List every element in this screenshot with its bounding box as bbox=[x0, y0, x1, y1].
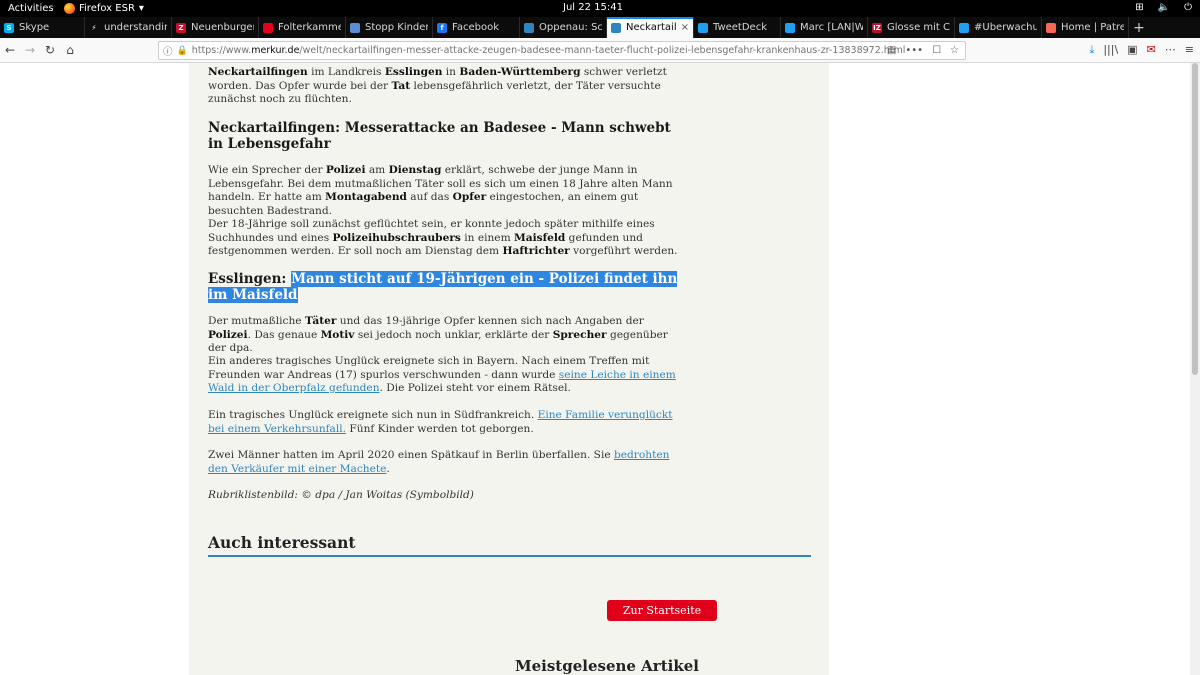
clock[interactable]: Jul 22 15:41 bbox=[563, 2, 623, 13]
page-viewport: Neckartailfingen im Landkreis Esslingen … bbox=[0, 63, 1200, 675]
tab-favicon-icon: S bbox=[4, 22, 14, 33]
tab-title: Folterkammer bbox=[278, 22, 341, 33]
article-paragraph: Ein anderes tragisches Unglück ereignete… bbox=[208, 355, 676, 395]
url-prefix: https://www. bbox=[191, 45, 252, 56]
related-heading: Auch interessant bbox=[208, 533, 356, 552]
power-icon: ⏻ bbox=[1184, 2, 1192, 13]
extension-icon[interactable]: ✉ bbox=[1147, 43, 1156, 57]
article-paragraph: Neckartailfingen im Landkreis Esslingen … bbox=[208, 66, 667, 106]
browser-tab[interactable]: Neckartailf × bbox=[607, 17, 694, 38]
pocket-icon[interactable]: ☐ bbox=[932, 45, 941, 56]
article-paragraph: Wie ein Sprecher der Polizei am Dienstag… bbox=[208, 164, 673, 217]
home-icon: ⌂ bbox=[66, 43, 74, 57]
tab-favicon-icon bbox=[785, 22, 795, 33]
tab-title: Stopp Kinderp bbox=[365, 22, 428, 33]
tab-title: Skype bbox=[19, 22, 50, 33]
info-icon: ⓘ bbox=[163, 46, 173, 58]
url-domain: merkur.de bbox=[251, 45, 300, 56]
article-paragraph: Zwei Männer hatten im April 2020 einen S… bbox=[208, 449, 670, 475]
firefox-icon bbox=[64, 3, 75, 14]
url-text: https://www.merkur.de/welt/neckartailfin… bbox=[192, 45, 906, 56]
tab-favicon-icon bbox=[611, 22, 621, 33]
close-tab-icon[interactable]: × bbox=[681, 22, 689, 33]
tab-title: Marc [LAN|W bbox=[800, 22, 863, 33]
tab-favicon-icon bbox=[698, 22, 708, 33]
tab-title: Facebook bbox=[452, 22, 499, 33]
tab-favicon-icon bbox=[1046, 22, 1056, 33]
browser-tab[interactable]: f Facebook bbox=[433, 17, 520, 38]
bookmark-star-icon[interactable]: ☆ bbox=[950, 45, 959, 56]
image-caption: Rubriklistenbild: © dpa / Jan Woitas (Sy… bbox=[208, 489, 474, 501]
back-button[interactable]: ← bbox=[0, 40, 20, 60]
homepage-button[interactable]: Zur Startseite bbox=[607, 600, 717, 621]
activities-button[interactable]: Activities bbox=[0, 3, 64, 14]
page-scrollbar[interactable] bbox=[1190, 63, 1200, 675]
browser-tab[interactable]: Z Neuenburgers bbox=[172, 17, 259, 38]
article-column: Neckartailfingen im Landkreis Esslingen … bbox=[189, 63, 829, 675]
most-read-heading: Meistgelesene Artikel bbox=[515, 657, 699, 675]
browser-tab[interactable]: S Skype bbox=[0, 17, 85, 38]
related-divider bbox=[208, 555, 811, 557]
reader-view-icon[interactable]: ▤ bbox=[887, 45, 896, 56]
chevron-down-icon: ▾ bbox=[138, 3, 144, 14]
downloads-icon[interactable]: ⤓ bbox=[1089, 43, 1094, 57]
arrow-right-icon: → bbox=[24, 43, 36, 57]
network-icon: ⊞ bbox=[1135, 2, 1144, 13]
sidebar-icon[interactable]: ▣ bbox=[1127, 43, 1137, 57]
browser-tab[interactable]: #Überwachun bbox=[955, 17, 1042, 38]
library-icon[interactable]: |||\ bbox=[1103, 43, 1118, 57]
navigation-toolbar: ← → ↻ ⌂ ⓘ 🔒 https://www.merkur.de/welt/n… bbox=[0, 38, 1200, 63]
home-button[interactable]: ⌂ bbox=[60, 40, 80, 60]
lock-icon: 🔒 bbox=[176, 45, 188, 56]
forward-button[interactable]: → bbox=[20, 40, 40, 60]
browser-tab[interactable]: Home | Patreo bbox=[1042, 17, 1129, 38]
article-paragraph: Der mutmaßliche Täter und das 19-jährige… bbox=[208, 315, 668, 355]
tab-favicon-icon: ⚡ bbox=[89, 22, 99, 33]
url-bar[interactable]: ⓘ 🔒 https://www.merkur.de/welt/neckartai… bbox=[158, 41, 966, 60]
tab-title: Neuenburgers bbox=[191, 22, 254, 33]
app-menu-label: Firefox ESR bbox=[79, 3, 135, 14]
scrollbar-thumb[interactable] bbox=[1192, 63, 1198, 375]
section-heading-neckartailfingen: Neckartailfingen: Messerattacke an Bades… bbox=[208, 120, 671, 152]
page-actions-icon[interactable]: ••• bbox=[905, 45, 923, 56]
reload-button[interactable]: ↻ bbox=[40, 40, 60, 60]
new-tab-button[interactable]: + bbox=[1129, 17, 1149, 38]
app-menu[interactable]: Firefox ESR ▾ bbox=[64, 3, 144, 14]
system-top-bar: Activities Firefox ESR ▾ Jul 22 15:41 ⊞ … bbox=[0, 0, 1200, 17]
tab-favicon-icon: Z bbox=[176, 22, 186, 33]
tab-title: understanding bbox=[104, 22, 167, 33]
section-heading-esslingen: Esslingen: Mann sticht auf 19-Jährigen e… bbox=[208, 271, 678, 303]
tab-favicon-icon bbox=[263, 22, 273, 33]
article-paragraph: Ein tragisches Unglück ereignete sich nu… bbox=[208, 409, 673, 435]
system-tray[interactable]: ⊞ 🔈 ⏻ bbox=[1135, 2, 1192, 13]
tab-favicon-icon bbox=[350, 22, 360, 33]
browser-tab[interactable]: Oppenau: Sch bbox=[520, 17, 607, 38]
browser-tab[interactable]: TweetDeck bbox=[694, 17, 781, 38]
hamburger-menu-icon[interactable]: ≡ bbox=[1185, 43, 1194, 57]
browser-tab[interactable]: ⚡ understanding bbox=[85, 17, 172, 38]
url-path: /welt/neckartailfingen-messer-attacke-ze… bbox=[299, 45, 906, 56]
volume-icon: 🔈 bbox=[1157, 2, 1171, 13]
tab-favicon-icon bbox=[524, 22, 534, 33]
browser-tab[interactable]: Marc [LAN|W bbox=[781, 17, 868, 38]
tab-title: Glosse mit CIA bbox=[887, 22, 950, 33]
tab-strip: S Skype ⚡ understanding Z Neuenburgers Folterk… bbox=[0, 17, 1200, 38]
tab-title: Neckartailf bbox=[626, 22, 676, 33]
browser-tab[interactable]: IZ Glosse mit CIA bbox=[868, 17, 955, 38]
tab-favicon-icon: f bbox=[437, 22, 447, 33]
tab-title: #Überwachun bbox=[974, 22, 1037, 33]
tab-favicon-icon: IZ bbox=[872, 22, 882, 33]
tab-title: Home | Patreo bbox=[1061, 22, 1124, 33]
tab-title: TweetDeck bbox=[713, 22, 767, 33]
browser-tab[interactable]: Stopp Kinderp bbox=[346, 17, 433, 38]
overflow-icon[interactable]: ⋯ bbox=[1165, 43, 1176, 57]
arrow-left-icon: ← bbox=[4, 43, 16, 57]
browser-tab[interactable]: Folterkammer bbox=[259, 17, 346, 38]
reload-icon: ↻ bbox=[44, 43, 56, 57]
tab-favicon-icon bbox=[959, 22, 969, 33]
article-paragraph: Der 18-Jährige soll zunächst geflüchtet … bbox=[208, 218, 678, 258]
tab-title: Oppenau: Sch bbox=[539, 22, 602, 33]
